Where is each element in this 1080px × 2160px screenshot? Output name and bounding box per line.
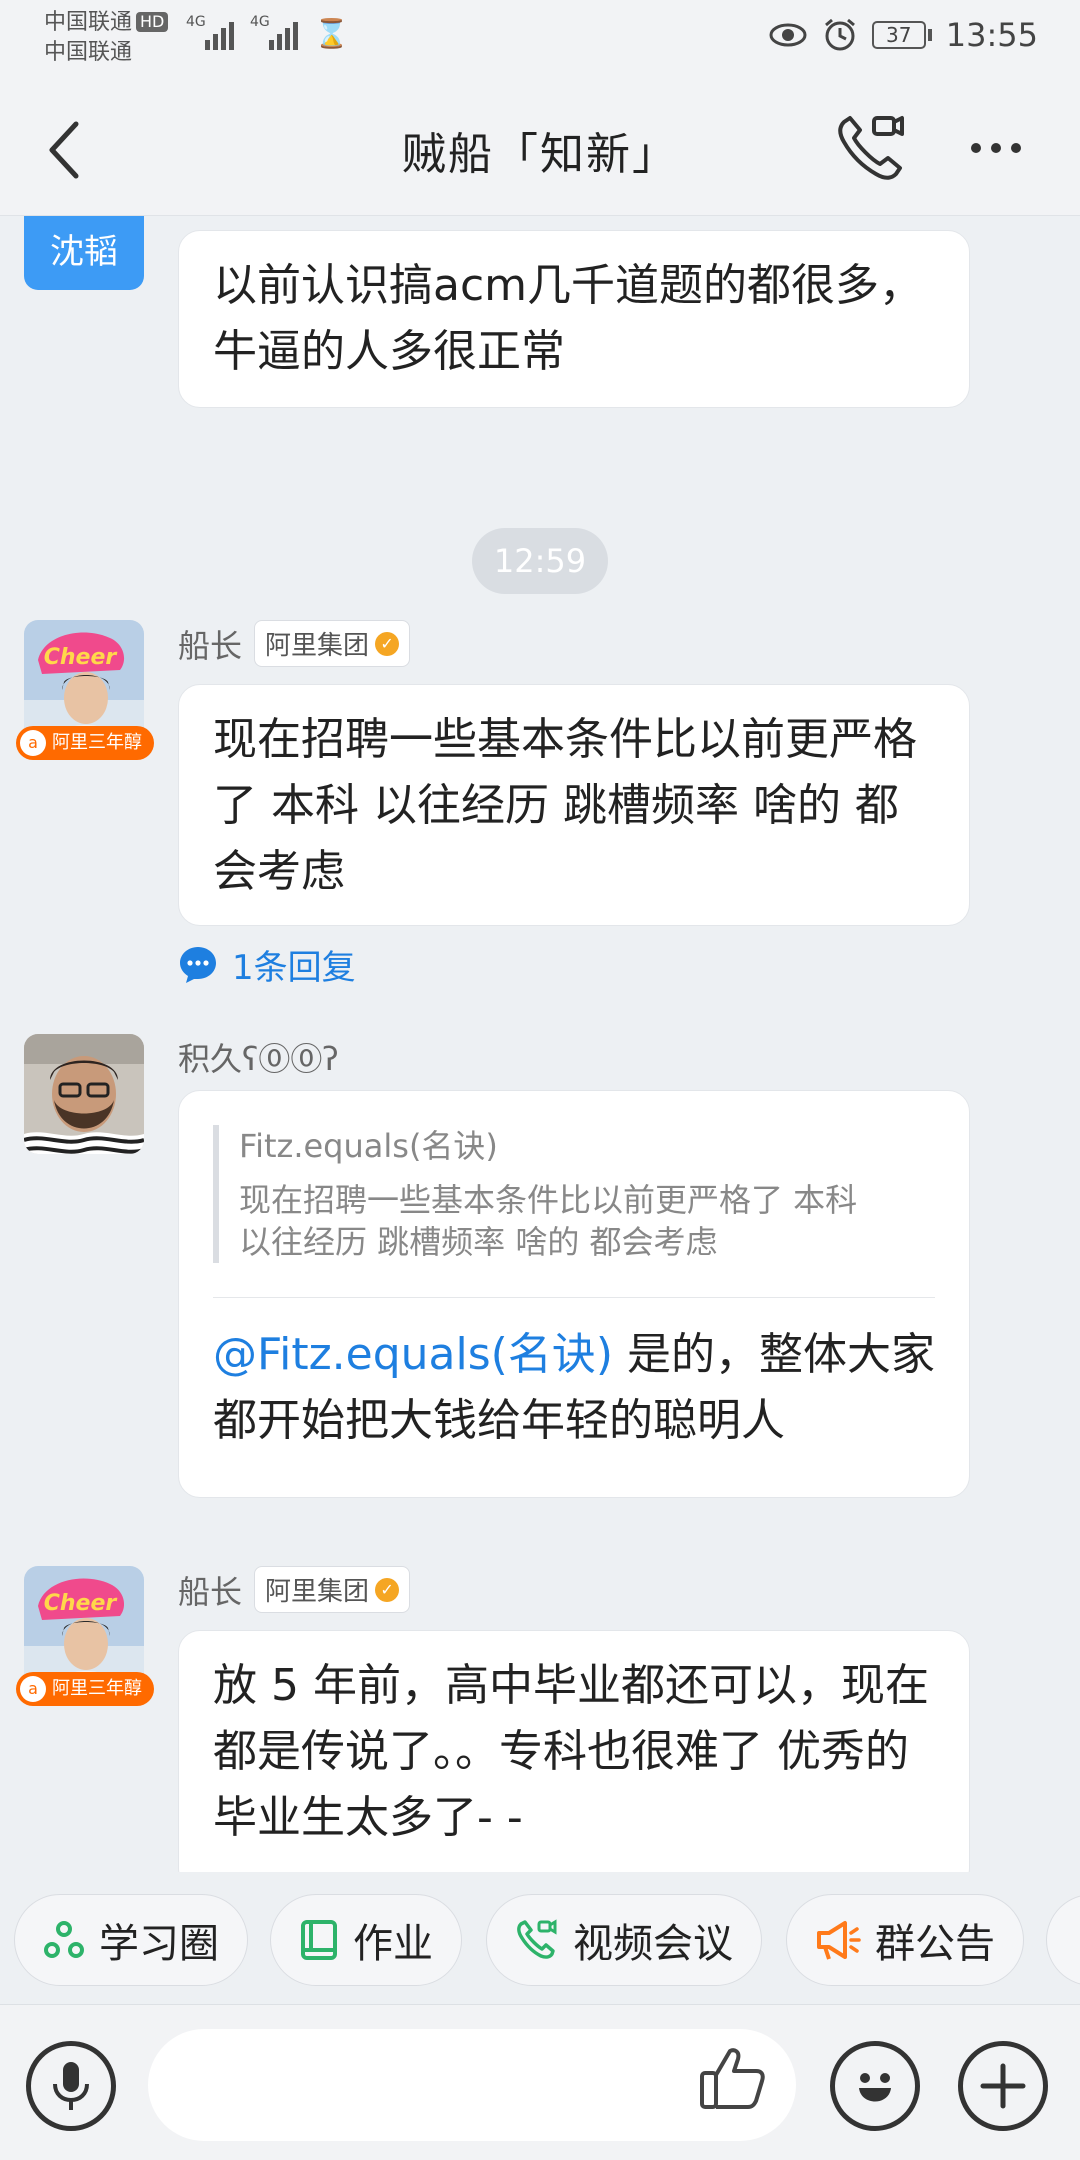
alarm-icon — [824, 18, 855, 51]
status-bar: 中国联通 HD 中国联通 4G 4G ⌛ 37 13:55 — [0, 0, 1080, 80]
quote-text: 现在招聘一些基本条件比以前更严格了 本科 以往经历 跳槽频率 啥的 都会考虑 — [239, 1181, 858, 1261]
shortcut-more[interactable] — [1046, 1894, 1080, 1986]
sender-row: 船长 阿里集团 ✓ — [178, 620, 411, 667]
thumbs-up-icon — [700, 2048, 765, 2109]
reply-thread-link[interactable]: 1条回复 — [178, 940, 356, 989]
signal-1-icon: 4G — [186, 14, 236, 50]
message-text: 放 5 年前，高中毕业都还可以，现在都是传说了。。专科也很难了 优秀的毕业生太多… — [213, 1660, 929, 1843]
chat-bubble-icon — [180, 946, 216, 983]
more-button[interactable] — [956, 108, 1036, 188]
emoji-button[interactable] — [830, 2041, 920, 2131]
message-bubble[interactable]: 放 5 年前，高中毕业都还可以，现在都是传说了。。专科也很难了 优秀的毕业生太多… — [178, 1630, 970, 1872]
shortcut-study-circle[interactable]: 学习圈 — [14, 1894, 248, 1986]
quoted-message[interactable]: Fitz.equals(名诀) 现在招聘一些基本条件比以前更严格了 本科 以往经… — [213, 1125, 935, 1263]
message-text: 以前认识搞acm几千道题的都很多，牛逼的人多很正常 — [213, 260, 924, 377]
divider — [213, 1297, 935, 1298]
org-tag: 阿里集团 ✓ — [254, 1566, 411, 1613]
quote-author: Fitz.equals(名诀) — [239, 1127, 498, 1165]
svg-text:Cheer: Cheer — [44, 645, 118, 670]
video-call-icon — [517, 1919, 557, 1959]
battery-icon: 37 — [871, 21, 932, 49]
hourglass-icon: ⌛ — [314, 17, 349, 50]
avatar[interactable]: 沈韬 — [24, 216, 144, 290]
smiley-icon — [859, 2073, 891, 2102]
avatar-image — [24, 1034, 144, 1154]
sender-row: 积久ʕ⓪⓪ʔ — [178, 1034, 339, 1080]
clock: 13:55 — [945, 16, 1038, 54]
add-button[interactable] — [958, 2041, 1048, 2131]
message-text: @Fitz.equals(名诀) 是的，整体大家都开始把大钱给年轻的聪明人 — [213, 1329, 935, 1446]
chat-title: 贼船「知新」 — [402, 129, 678, 180]
avatar-image: Cheer — [24, 620, 144, 740]
circle-share-icon — [44, 1921, 84, 1958]
phone-video-icon — [838, 116, 904, 180]
sender-name: 积久ʕ⓪⓪ʔ — [178, 1040, 339, 1078]
shortcut-announcement[interactable]: 群公告 — [786, 1894, 1024, 1986]
microphone-icon — [53, 2062, 89, 2110]
badge: a 阿里三年醇 — [16, 726, 154, 760]
sender-name: 船长 — [178, 1572, 243, 1611]
message-bubble[interactable]: 以前认识搞acm几千道题的都很多，牛逼的人多很正常 — [178, 230, 970, 408]
verified-icon: ✓ — [375, 1577, 400, 1602]
message-bubble[interactable]: Fitz.equals(名诀) 现在招聘一些基本条件比以前更严格了 本科 以往经… — [178, 1090, 970, 1498]
voice-button[interactable] — [26, 2041, 116, 2131]
carrier-1: 中国联通 — [44, 10, 133, 35]
message-text: 现在招聘一些基本条件比以前更严格了 本科 以往经历 跳槽频率 啥的 都会考虑 — [213, 714, 917, 897]
avatar[interactable]: Cheer — [24, 620, 144, 740]
eye-icon — [769, 23, 807, 47]
shortcut-video-meeting[interactable]: 视频会议 — [486, 1894, 762, 1986]
sender-name: 船长 — [178, 626, 243, 665]
svg-text:Cheer: Cheer — [44, 1591, 118, 1616]
avatar[interactable] — [24, 1034, 144, 1154]
alibaba-logo-icon: a — [20, 1676, 46, 1702]
chat-header: 贼船「知新」 — [0, 80, 1080, 216]
call-button[interactable] — [830, 108, 910, 188]
shortcut-homework[interactable]: 作业 — [270, 1894, 462, 1986]
org-tag: 阿里集团 ✓ — [254, 620, 411, 667]
avatar-text: 沈韬 — [50, 232, 118, 272]
carrier-info: 中国联通 HD 中国联通 — [44, 8, 169, 68]
input-bar — [0, 2004, 1080, 2160]
badge: a 阿里三年醇 — [16, 1672, 154, 1706]
signal-indicators: 4G 4G ⌛ — [186, 14, 349, 50]
plus-icon — [980, 2063, 1026, 2109]
hd-badge: HD — [136, 12, 169, 32]
signal-2-icon: 4G — [250, 14, 300, 50]
avatar[interactable]: Cheer — [24, 1566, 144, 1686]
book-icon — [301, 1920, 337, 1960]
like-button[interactable] — [696, 2043, 776, 2123]
sender-row: 船长 阿里集团 ✓ — [178, 1566, 411, 1613]
alibaba-logo-icon: a — [20, 730, 46, 756]
message-list[interactable]: 沈韬 以前认识搞acm几千道题的都很多，牛逼的人多很正常 12:59 Cheer… — [0, 216, 1080, 1872]
reply-count: 1条回复 — [232, 948, 356, 988]
carrier-2: 中国联通 — [44, 40, 133, 65]
status-right: 37 13:55 — [768, 16, 1038, 54]
message-bubble[interactable]: 现在招聘一些基本条件比以前更严格了 本科 以往经历 跳槽频率 啥的 都会考虑 — [178, 684, 970, 926]
megaphone-icon — [817, 1921, 861, 1960]
shortcut-bar: 学习圈 作业 视频会议 群公告 — [0, 1872, 1080, 2004]
mention-link[interactable]: @Fitz.equals(名诀) — [213, 1329, 613, 1380]
avatar-image: Cheer — [24, 1566, 144, 1686]
time-divider: 12:59 — [472, 528, 608, 594]
verified-icon: ✓ — [375, 631, 400, 656]
